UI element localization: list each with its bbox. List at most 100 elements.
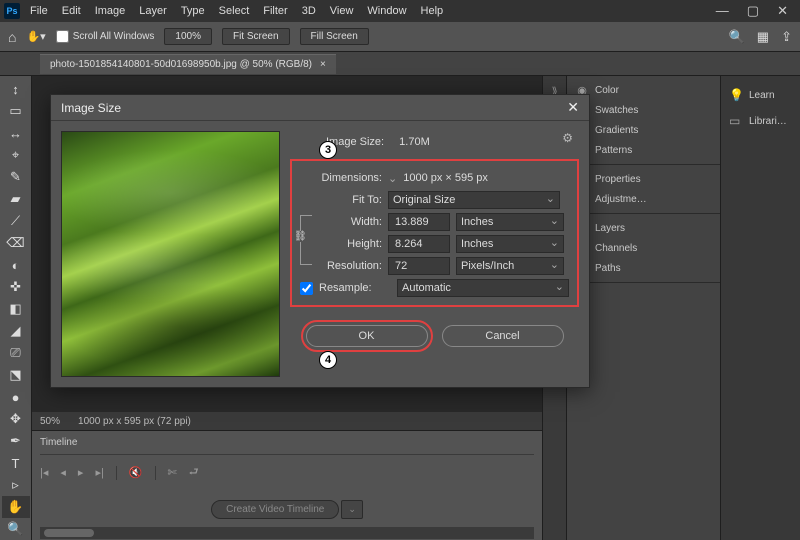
move-tool-icon[interactable]: ↕ xyxy=(2,78,30,100)
fit-to-select[interactable]: Original Size xyxy=(388,191,560,209)
scroll-all-windows-check[interactable]: Scroll All Windows xyxy=(56,30,155,43)
timeline-panel: Timeline |◂ ◂ ▸ ▸| 🔇 ✄ ⮐ Create Video Ti… xyxy=(32,430,542,540)
lasso-tool-icon[interactable]: ↔ xyxy=(2,122,30,144)
panel-label: Color xyxy=(595,85,619,96)
libraries-icon: ▭ xyxy=(729,114,743,128)
hand-tool-icon[interactable]: ✋ xyxy=(2,496,30,518)
scroll-all-checkbox[interactable] xyxy=(56,30,69,43)
width-label: Width: xyxy=(318,216,382,228)
image-size-value: 1.70M xyxy=(399,136,430,148)
window-maximize-icon[interactable]: ▢ xyxy=(747,3,759,19)
resolution-unit-select[interactable]: Pixels/Inch xyxy=(456,257,564,275)
tl-prev-icon[interactable]: ◂ xyxy=(60,466,66,479)
history-brush-tool-icon[interactable]: ◧ xyxy=(2,298,30,320)
height-label: Height: xyxy=(318,238,382,250)
zoom-level-button[interactable]: 100% xyxy=(164,28,212,45)
menu-file[interactable]: File xyxy=(30,5,48,17)
link-icon[interactable]: ⛓ xyxy=(294,231,307,242)
resample-select[interactable]: Automatic xyxy=(397,279,569,297)
lightbulb-icon: 💡 xyxy=(729,88,743,102)
side-tab-label: Librari… xyxy=(749,116,787,127)
main-menu: File Edit Image Layer Type Select Filter… xyxy=(30,5,443,17)
app-logo: Ps xyxy=(4,3,20,19)
status-zoom[interactable]: 50% xyxy=(40,416,60,427)
hand-icon[interactable]: ✋▾ xyxy=(26,30,45,43)
fit-screen-button[interactable]: Fit Screen xyxy=(222,28,290,45)
search-icon[interactable]: 🔍 xyxy=(729,29,745,45)
menu-view[interactable]: View xyxy=(330,5,354,17)
type-tool-icon[interactable]: ✒ xyxy=(2,430,30,452)
scrollbar-thumb[interactable] xyxy=(44,529,94,537)
resolution-label: Resolution: xyxy=(300,260,382,272)
tl-cut-icon[interactable]: ✄ xyxy=(168,466,177,479)
menu-image[interactable]: Image xyxy=(95,5,126,17)
tl-transition-icon[interactable]: ⮐ xyxy=(189,463,199,482)
height-input[interactable] xyxy=(388,235,450,253)
marquee-tool-icon[interactable]: ▭ xyxy=(2,100,30,122)
side-tab-learn[interactable]: 💡 Learn xyxy=(721,82,800,108)
panel-label: Properties xyxy=(595,174,641,185)
window-close-icon[interactable]: ✕ xyxy=(777,3,788,19)
timeline-mode-dropdown[interactable]: ⌄ xyxy=(341,500,363,519)
status-dimensions: 1000 px x 595 px (72 ppi) xyxy=(78,416,191,427)
share-icon[interactable]: ⇪ xyxy=(781,29,792,45)
selection-tool-icon[interactable]: ⌖ xyxy=(2,144,30,166)
blur-tool-icon[interactable]: ⬔ xyxy=(2,364,30,386)
tl-first-icon[interactable]: |◂ xyxy=(40,466,48,479)
dimensions-unit-dropdown[interactable]: ⌄ xyxy=(388,172,397,185)
heal-tool-icon[interactable]: ⌫ xyxy=(2,232,30,254)
tab-close-icon[interactable]: × xyxy=(320,59,326,70)
resample-checkbox[interactable] xyxy=(300,282,313,295)
tab-label: photo-1501854140801-50d01698950b.jpg @ 5… xyxy=(50,59,312,70)
menu-layer[interactable]: Layer xyxy=(139,5,167,17)
timeline-scrollbar[interactable] xyxy=(40,527,534,539)
pen-tool-icon[interactable]: ✥ xyxy=(2,408,30,430)
workspace-icon[interactable]: ▦ xyxy=(757,29,769,45)
cancel-button[interactable]: Cancel xyxy=(442,325,564,347)
tl-mute-icon[interactable]: 🔇 xyxy=(129,466,143,479)
gradient-tool-icon[interactable]: ⎚ xyxy=(2,342,30,364)
image-preview[interactable] xyxy=(61,131,280,377)
ok-button[interactable]: OK xyxy=(306,325,428,347)
width-input[interactable] xyxy=(388,213,450,231)
stamp-tool-icon[interactable]: ✜ xyxy=(2,276,30,298)
path-tool-icon[interactable]: T xyxy=(2,452,30,474)
home-icon[interactable]: ⌂ xyxy=(8,29,16,45)
dodge-tool-icon[interactable]: ● xyxy=(2,386,30,408)
document-tab[interactable]: photo-1501854140801-50d01698950b.jpg @ 5… xyxy=(40,54,336,74)
frame-tool-icon[interactable]: ▰ xyxy=(2,188,30,210)
side-tab-label: Learn xyxy=(749,90,775,101)
dialog-close-icon[interactable]: ✕ xyxy=(567,99,579,116)
fill-screen-button[interactable]: Fill Screen xyxy=(300,28,369,45)
menu-edit[interactable]: Edit xyxy=(62,5,81,17)
tl-next-icon[interactable]: ▸| xyxy=(95,466,103,479)
timeline-title[interactable]: Timeline xyxy=(40,435,534,455)
menu-help[interactable]: Help xyxy=(421,5,444,17)
eraser-tool-icon[interactable]: ◢ xyxy=(2,320,30,342)
window-minimize-icon[interactable]: — xyxy=(716,3,729,19)
zoom-tool-icon[interactable]: 🔍 xyxy=(2,518,30,540)
panel-label: Paths xyxy=(595,263,621,274)
side-tab-libraries[interactable]: ▭ Librari… xyxy=(721,108,800,134)
height-unit-select[interactable]: Inches xyxy=(456,235,564,253)
menu-window[interactable]: Window xyxy=(367,5,406,17)
menu-filter[interactable]: Filter xyxy=(263,5,287,17)
divider xyxy=(116,466,117,480)
resolution-input[interactable] xyxy=(388,257,450,275)
gear-icon[interactable]: ⚙ xyxy=(562,131,573,145)
panel-label: Gradients xyxy=(595,125,638,136)
width-unit-select[interactable]: Inches xyxy=(456,213,564,231)
callout-3: 3 xyxy=(319,141,337,159)
crop-tool-icon[interactable]: ✎ xyxy=(2,166,30,188)
eyedropper-tool-icon[interactable]: ⟋ xyxy=(2,210,30,232)
menu-select[interactable]: Select xyxy=(219,5,250,17)
menu-type[interactable]: Type xyxy=(181,5,205,17)
panel-label: Adjustme… xyxy=(595,194,647,205)
resample-label: Resample: xyxy=(319,282,391,294)
divider xyxy=(155,466,156,480)
shape-tool-icon[interactable]: ▹ xyxy=(2,474,30,496)
brush-tool-icon[interactable]: ◐ xyxy=(2,254,30,276)
menu-3d[interactable]: 3D xyxy=(302,5,316,17)
tl-play-icon[interactable]: ▸ xyxy=(78,466,84,479)
create-video-timeline-button[interactable]: Create Video Timeline xyxy=(211,500,339,519)
